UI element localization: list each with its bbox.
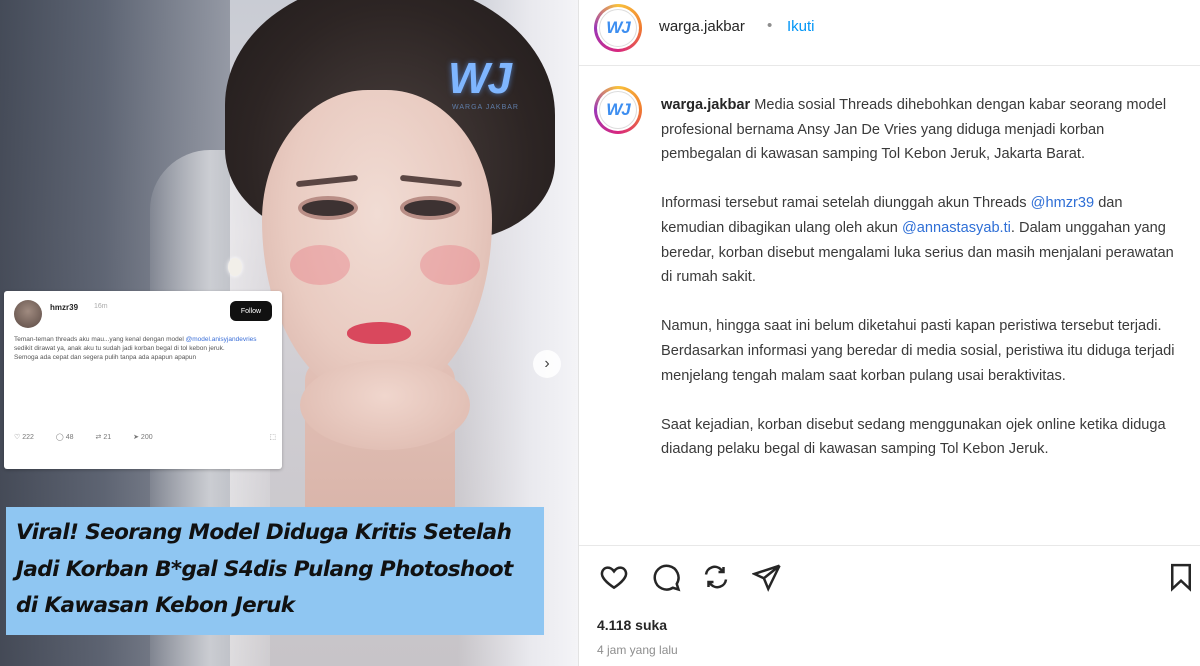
header-username[interactable]: warga.jakbar (659, 18, 745, 35)
avatar[interactable]: WJ (594, 86, 642, 134)
embedded-post: hmzr39 16m Follow Teman-teman threads ak… (4, 291, 282, 469)
right-cheek (420, 245, 480, 285)
repost-icon: ⇄ 21 (95, 434, 112, 441)
comment-icon: ◯ 48 (55, 434, 74, 441)
chevron-right-icon[interactable]: › (533, 350, 561, 378)
headline-line: Viral! Seorang Model Diduga Kritis Setel… (16, 520, 512, 545)
post-header: WJ warga.jakbar • Ikuti (579, 0, 1200, 66)
mention-link[interactable]: @hmzr39 (1031, 195, 1094, 211)
send-icon[interactable] (750, 560, 784, 594)
headline-line: Jadi Korban B*gal S4dis Pulang Photoshoo… (16, 556, 513, 582)
right-eye (404, 200, 456, 216)
earring (228, 258, 242, 276)
embedded-mention: @model.anisyjandevries (185, 336, 257, 343)
left-eye (302, 200, 354, 216)
lips (347, 322, 411, 344)
embedded-username: hmzr39 (50, 303, 79, 312)
comment-icon[interactable] (649, 560, 683, 594)
headline-line: di Kawasan Kebon Jeruk (16, 593, 295, 618)
likes-count[interactable]: 4.118 suka (597, 617, 667, 633)
headline-banner: Viral! Seorang Model Diduga Kritis Setel… (6, 507, 544, 635)
watermark-logo: WJ (448, 54, 512, 103)
embedded-post-text: Teman-teman threads aku mau...yang kenal… (14, 336, 257, 361)
post-panel: WJ warga.jakbar • Ikuti WJ warga.jakbar M… (579, 0, 1200, 666)
send-icon: ➤ 200 (133, 434, 153, 441)
heart-icon: ♡ 222 (14, 434, 34, 441)
heart-icon[interactable] (597, 560, 631, 594)
embedded-time: 16m (94, 303, 108, 310)
watermark-subtitle: WARGA JAKBAR (452, 104, 519, 111)
separator: • (767, 17, 773, 34)
caption-text: warga.jakbar Media sosial Threads diheboh… (661, 97, 1175, 458)
caption-username[interactable]: warga.jakbar (661, 97, 750, 113)
bookmark-icon[interactable] (1164, 560, 1198, 594)
avatar[interactable]: WJ (594, 4, 642, 52)
embedded-actions: ♡ 222 ◯ 48 ⇄ 21 ➤ 200 ⬚ (14, 433, 276, 441)
avatar (14, 300, 42, 328)
actions-divider (579, 545, 1200, 546)
repost-icon[interactable] (699, 560, 733, 594)
action-bar (579, 558, 1200, 598)
mention-link[interactable]: @annastasyab.ti (902, 220, 1011, 236)
left-cheek (290, 245, 350, 285)
post-timestamp: 4 jam yang lalu (597, 643, 678, 657)
post-image[interactable]: WJ WARGA JAKBAR › hmzr39 16m Follow Tema… (0, 0, 578, 666)
follow-button[interactable]: Ikuti (787, 18, 815, 35)
hand (300, 360, 470, 450)
share-icon: ⬚ (269, 434, 276, 441)
embedded-follow-button: Follow (230, 301, 272, 321)
